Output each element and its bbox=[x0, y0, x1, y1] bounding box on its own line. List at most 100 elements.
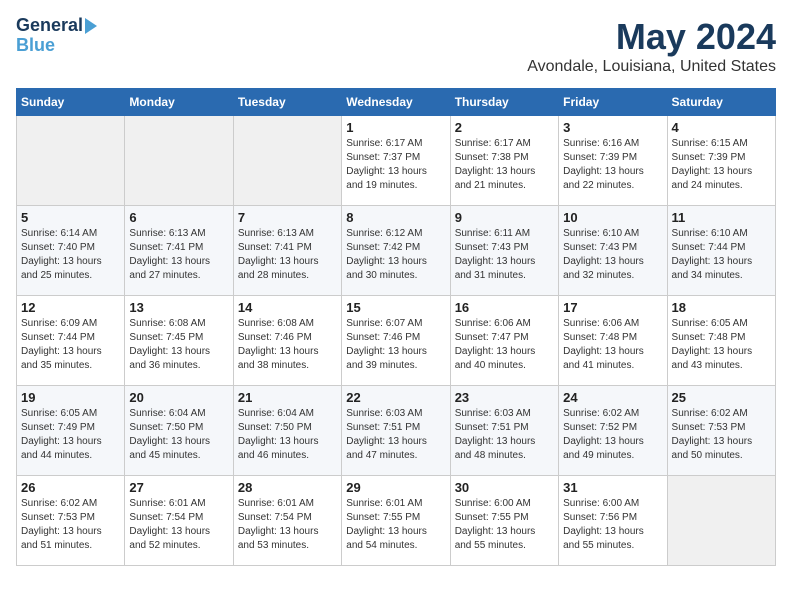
day-number: 5 bbox=[21, 210, 120, 225]
day-number: 18 bbox=[672, 300, 771, 315]
day-info: Sunrise: 6:03 AMSunset: 7:51 PMDaylight:… bbox=[455, 407, 554, 463]
calendar-cell: 15 Sunrise: 6:07 AMSunset: 7:46 PMDayligh… bbox=[342, 296, 450, 386]
day-header-wednesday: Wednesday bbox=[342, 89, 450, 116]
logo-arrow-icon bbox=[85, 18, 97, 34]
day-info: Sunrise: 6:09 AMSunset: 7:44 PMDaylight:… bbox=[21, 317, 120, 373]
day-info: Sunrise: 6:05 AMSunset: 7:49 PMDaylight:… bbox=[21, 407, 120, 463]
day-number: 8 bbox=[346, 210, 445, 225]
day-info: Sunrise: 6:11 AMSunset: 7:43 PMDaylight:… bbox=[455, 227, 554, 283]
day-info: Sunrise: 6:15 AMSunset: 7:39 PMDaylight:… bbox=[672, 137, 771, 193]
day-info: Sunrise: 6:04 AMSunset: 7:50 PMDaylight:… bbox=[129, 407, 228, 463]
day-info: Sunrise: 6:05 AMSunset: 7:48 PMDaylight:… bbox=[672, 317, 771, 373]
day-number: 13 bbox=[129, 300, 228, 315]
calendar-cell: 18 Sunrise: 6:05 AMSunset: 7:48 PMDayligh… bbox=[667, 296, 775, 386]
day-header-sunday: Sunday bbox=[17, 89, 125, 116]
calendar-cell bbox=[125, 116, 233, 206]
calendar-cell: 29 Sunrise: 6:01 AMSunset: 7:55 PMDayligh… bbox=[342, 476, 450, 566]
calendar-cell: 4 Sunrise: 6:15 AMSunset: 7:39 PMDaylight… bbox=[667, 116, 775, 206]
day-info: Sunrise: 6:03 AMSunset: 7:51 PMDaylight:… bbox=[346, 407, 445, 463]
day-info: Sunrise: 6:02 AMSunset: 7:53 PMDaylight:… bbox=[672, 407, 771, 463]
day-info: Sunrise: 6:02 AMSunset: 7:52 PMDaylight:… bbox=[563, 407, 662, 463]
day-number: 11 bbox=[672, 210, 771, 225]
calendar-cell: 17Sunrise: 6:06 AMSunset: 7:48 PMDayligh… bbox=[559, 296, 667, 386]
day-number: 28 bbox=[238, 480, 337, 495]
day-header-friday: Friday bbox=[559, 89, 667, 116]
day-number: 21 bbox=[238, 390, 337, 405]
day-info: Sunrise: 6:06 AMSunset: 7:47 PMDaylight:… bbox=[455, 317, 554, 373]
calendar-week-1: 1 Sunrise: 6:17 AMSunset: 7:37 PMDaylight… bbox=[17, 116, 776, 206]
day-number: 20 bbox=[129, 390, 228, 405]
calendar-week-3: 12 Sunrise: 6:09 AMSunset: 7:44 PMDayligh… bbox=[17, 296, 776, 386]
day-info: Sunrise: 6:07 AMSunset: 7:46 PMDaylight:… bbox=[346, 317, 445, 373]
day-info: Sunrise: 6:02 AMSunset: 7:53 PMDaylight:… bbox=[21, 497, 120, 553]
calendar-cell: 30 Sunrise: 6:00 AMSunset: 7:55 PMDayligh… bbox=[450, 476, 558, 566]
day-info: Sunrise: 6:08 AMSunset: 7:45 PMDaylight:… bbox=[129, 317, 228, 373]
day-number: 14 bbox=[238, 300, 337, 315]
day-number: 1 bbox=[346, 120, 445, 135]
day-number: 12 bbox=[21, 300, 120, 315]
day-number: 23 bbox=[455, 390, 554, 405]
calendar-cell: 16 Sunrise: 6:06 AMSunset: 7:47 PMDayligh… bbox=[450, 296, 558, 386]
title-block: May 2024 Avondale, Louisiana, United Sta… bbox=[527, 16, 776, 76]
day-number: 10 bbox=[563, 210, 662, 225]
calendar-cell: 1 Sunrise: 6:17 AMSunset: 7:37 PMDaylight… bbox=[342, 116, 450, 206]
calendar-cell bbox=[667, 476, 775, 566]
day-info: Sunrise: 6:04 AMSunset: 7:50 PMDaylight:… bbox=[238, 407, 337, 463]
day-number: 15 bbox=[346, 300, 445, 315]
day-info: Sunrise: 6:01 AMSunset: 7:55 PMDaylight:… bbox=[346, 497, 445, 553]
day-info: Sunrise: 6:14 AMSunset: 7:40 PMDaylight:… bbox=[21, 227, 120, 283]
day-number: 3 bbox=[563, 120, 662, 135]
calendar-cell bbox=[17, 116, 125, 206]
calendar-cell: 14Sunrise: 6:08 AMSunset: 7:46 PMDayligh… bbox=[233, 296, 341, 386]
location-title: Avondale, Louisiana, United States bbox=[527, 58, 776, 76]
month-title: May 2024 bbox=[527, 16, 776, 58]
logo-text-line2: Blue bbox=[16, 36, 55, 56]
calendar-cell: 8 Sunrise: 6:12 AMSunset: 7:42 PMDaylight… bbox=[342, 206, 450, 296]
calendar-cell: 24 Sunrise: 6:02 AMSunset: 7:52 PMDayligh… bbox=[559, 386, 667, 476]
calendar-cell: 5 Sunrise: 6:14 AMSunset: 7:40 PMDaylight… bbox=[17, 206, 125, 296]
calendar-cell: 26Sunrise: 6:02 AMSunset: 7:53 PMDayligh… bbox=[17, 476, 125, 566]
day-number: 31 bbox=[563, 480, 662, 495]
header-row: SundayMondayTuesdayWednesdayThursdayFrid… bbox=[17, 89, 776, 116]
calendar-cell: 20 Sunrise: 6:04 AMSunset: 7:50 PMDayligh… bbox=[125, 386, 233, 476]
calendar-cell: 28 Sunrise: 6:01 AMSunset: 7:54 PMDayligh… bbox=[233, 476, 341, 566]
day-number: 2 bbox=[455, 120, 554, 135]
calendar-cell: 3 Sunrise: 6:16 AMSunset: 7:39 PMDaylight… bbox=[559, 116, 667, 206]
day-number: 6 bbox=[129, 210, 228, 225]
calendar-cell: 12 Sunrise: 6:09 AMSunset: 7:44 PMDayligh… bbox=[17, 296, 125, 386]
day-info: Sunrise: 6:17 AMSunset: 7:37 PMDaylight:… bbox=[346, 137, 445, 193]
day-info: Sunrise: 6:12 AMSunset: 7:42 PMDaylight:… bbox=[346, 227, 445, 283]
day-info: Sunrise: 6:10 AMSunset: 7:44 PMDaylight:… bbox=[672, 227, 771, 283]
day-number: 30 bbox=[455, 480, 554, 495]
day-info: Sunrise: 6:13 AMSunset: 7:41 PMDaylight:… bbox=[129, 227, 228, 283]
calendar-cell: 7Sunrise: 6:13 AMSunset: 7:41 PMDaylight… bbox=[233, 206, 341, 296]
day-info: Sunrise: 6:06 AMSunset: 7:48 PMDaylight:… bbox=[563, 317, 662, 373]
day-info: Sunrise: 6:13 AMSunset: 7:41 PMDaylight:… bbox=[238, 227, 337, 283]
calendar-cell: 9Sunrise: 6:11 AMSunset: 7:43 PMDaylight… bbox=[450, 206, 558, 296]
day-number: 22 bbox=[346, 390, 445, 405]
calendar-table: SundayMondayTuesdayWednesdayThursdayFrid… bbox=[16, 88, 776, 566]
day-info: Sunrise: 6:00 AMSunset: 7:55 PMDaylight:… bbox=[455, 497, 554, 553]
day-number: 24 bbox=[563, 390, 662, 405]
day-number: 4 bbox=[672, 120, 771, 135]
day-header-monday: Monday bbox=[125, 89, 233, 116]
calendar-cell: 13 Sunrise: 6:08 AMSunset: 7:45 PMDayligh… bbox=[125, 296, 233, 386]
day-info: Sunrise: 6:10 AMSunset: 7:43 PMDaylight:… bbox=[563, 227, 662, 283]
calendar-cell: 19Sunrise: 6:05 AMSunset: 7:49 PMDayligh… bbox=[17, 386, 125, 476]
day-number: 29 bbox=[346, 480, 445, 495]
page-header: General Blue May 2024 Avondale, Louisian… bbox=[16, 16, 776, 76]
calendar-cell: 27Sunrise: 6:01 AMSunset: 7:54 PMDayligh… bbox=[125, 476, 233, 566]
calendar-cell bbox=[233, 116, 341, 206]
calendar-cell: 10 Sunrise: 6:10 AMSunset: 7:43 PMDayligh… bbox=[559, 206, 667, 296]
day-info: Sunrise: 6:00 AMSunset: 7:56 PMDaylight:… bbox=[563, 497, 662, 553]
calendar-week-5: 26Sunrise: 6:02 AMSunset: 7:53 PMDayligh… bbox=[17, 476, 776, 566]
day-info: Sunrise: 6:16 AMSunset: 7:39 PMDaylight:… bbox=[563, 137, 662, 193]
calendar-cell: 21 Sunrise: 6:04 AMSunset: 7:50 PMDayligh… bbox=[233, 386, 341, 476]
day-number: 25 bbox=[672, 390, 771, 405]
day-info: Sunrise: 6:01 AMSunset: 7:54 PMDaylight:… bbox=[238, 497, 337, 553]
day-header-thursday: Thursday bbox=[450, 89, 558, 116]
day-number: 16 bbox=[455, 300, 554, 315]
calendar-cell: 23 Sunrise: 6:03 AMSunset: 7:51 PMDayligh… bbox=[450, 386, 558, 476]
calendar-week-4: 19Sunrise: 6:05 AMSunset: 7:49 PMDayligh… bbox=[17, 386, 776, 476]
day-info: Sunrise: 6:17 AMSunset: 7:38 PMDaylight:… bbox=[455, 137, 554, 193]
